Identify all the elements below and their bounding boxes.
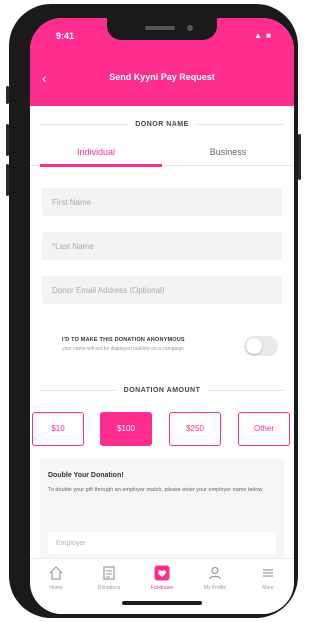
- toggle-knob: [246, 338, 262, 354]
- nav-label-fundraise: Fundraise: [150, 585, 174, 591]
- donor-email-input[interactable]: [42, 276, 282, 304]
- tab-business[interactable]: Business: [162, 138, 294, 166]
- user-icon: [208, 566, 222, 580]
- nav-item-donations[interactable]: Donations: [83, 565, 135, 597]
- app-screen: 9:41 ▲ ■ ‹ Send Kyyni Pay Request DONOR …: [30, 18, 294, 614]
- phone-side-button: [298, 134, 301, 180]
- divider: [196, 123, 284, 125]
- home-indicator: [122, 601, 202, 605]
- divider: [40, 123, 128, 125]
- amount-option-250[interactable]: $250: [169, 412, 221, 446]
- page-title: Send Kyyni Pay Request: [109, 72, 215, 82]
- camera: [187, 25, 193, 31]
- match-description: To double your gift through an employer …: [48, 487, 264, 493]
- donor-name-section-header: DONOR NAME: [40, 118, 284, 130]
- nav-label-profile: My Profile: [203, 585, 227, 591]
- tab-individual[interactable]: Individual: [30, 138, 162, 167]
- amount-option-10[interactable]: $10: [32, 412, 84, 446]
- phone-side-button: [6, 86, 9, 104]
- amount-options: $10 $100 $250 Other: [30, 412, 290, 448]
- bottom-navigation: Home Donations Fundraise My Profile More: [30, 558, 294, 614]
- section-title-donation-amount: DONATION AMOUNT: [123, 386, 201, 394]
- back-arrow-icon[interactable]: ‹: [42, 71, 47, 85]
- anonymous-toggle-title: I'D TO MAKE THIS DONATION ANONYMOUS: [62, 337, 185, 343]
- heart-icon: [154, 565, 170, 581]
- first-name-input[interactable]: [42, 188, 282, 216]
- divider: [40, 389, 116, 391]
- menu-icon: [263, 569, 273, 577]
- anonymous-toggle-subtitle: your name will not be displayed publicly…: [62, 346, 185, 352]
- phone-side-button: [6, 164, 9, 196]
- employer-input[interactable]: [48, 532, 276, 554]
- last-name-input[interactable]: [42, 232, 282, 260]
- nav-item-more[interactable]: More: [242, 565, 294, 597]
- nav-label-home: Home: [49, 585, 63, 591]
- donation-amount-section-header: DONATION AMOUNT: [40, 384, 284, 396]
- nav-label-donations: Donations: [97, 585, 121, 591]
- amount-option-other[interactable]: Other: [238, 412, 290, 446]
- notch: [107, 18, 217, 40]
- donor-type-tabs: Individual Business: [30, 138, 294, 167]
- app-header: 9:41 ▲ ■ ‹ Send Kyyni Pay Request: [30, 18, 294, 106]
- status-icons: ▲ ■: [254, 31, 272, 40]
- speaker: [145, 26, 175, 30]
- nav-item-profile[interactable]: My Profile: [189, 565, 241, 597]
- nav-item-home[interactable]: Home: [30, 565, 82, 597]
- nav-item-fundraise[interactable]: Fundraise: [136, 565, 188, 597]
- section-title-donor-name: DONOR NAME: [135, 120, 189, 128]
- list-icon: [103, 566, 115, 580]
- nav-label-more: More: [262, 585, 274, 591]
- match-title: Double Your Donation!: [48, 472, 124, 479]
- amount-option-100[interactable]: $100: [100, 412, 152, 446]
- anonymous-toggle[interactable]: [244, 336, 278, 356]
- home-icon: [49, 566, 63, 580]
- anonymous-toggle-row: I'D TO MAKE THIS DONATION ANONYMOUS your…: [42, 334, 282, 364]
- phone-side-button: [6, 124, 9, 156]
- status-time: 9:41: [56, 31, 75, 41]
- employer-match-card: Double Your Donation! To double your gif…: [40, 458, 284, 558]
- divider: [208, 389, 284, 391]
